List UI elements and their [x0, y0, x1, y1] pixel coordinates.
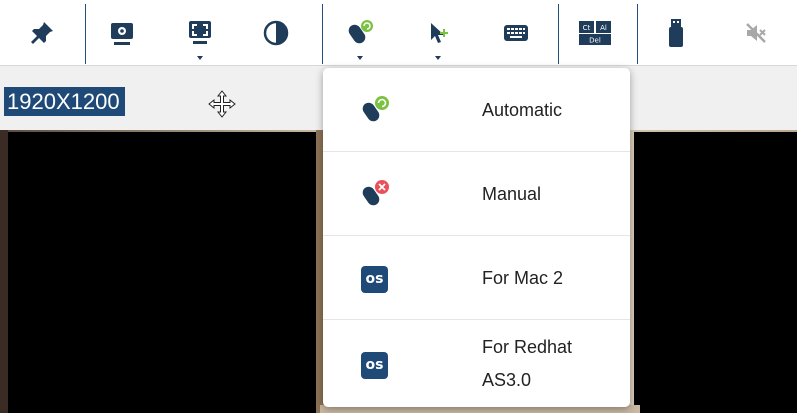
mouse-auto-icon	[362, 96, 389, 122]
mouse-sync-button[interactable]	[340, 0, 380, 66]
alt-key-label: Al	[600, 24, 607, 32]
menu-item-manual[interactable]: Manual	[323, 152, 630, 236]
toolbar-divider	[322, 4, 323, 64]
chevron-down-icon	[197, 56, 203, 60]
screen-settings-icon	[111, 23, 133, 45]
contrast-button[interactable]	[258, 0, 294, 66]
toolbar-divider	[85, 4, 86, 64]
mouse-manual-icon	[362, 180, 389, 206]
menu-item-label: For Mac 2	[482, 267, 564, 288]
usb-button[interactable]	[660, 0, 692, 66]
ctrl-alt-del-button[interactable]: Ct Al Del	[574, 0, 616, 66]
toolbar-divider	[558, 4, 559, 64]
mouse-sync-icon	[348, 20, 373, 44]
speaker-muted-icon	[746, 23, 766, 43]
os-badge-icon: os	[361, 266, 388, 293]
menu-item-label: Automatic	[482, 99, 563, 120]
ctrl-alt-del-icon: Ct Al Del	[579, 21, 611, 45]
pointer-button[interactable]	[420, 0, 456, 66]
keyboard-button[interactable]	[496, 0, 536, 66]
menu-item-label: For Redhat AS3.0	[482, 336, 573, 390]
menu-item-label: Manual	[482, 183, 542, 204]
menu-item-for-mac-2[interactable]: os For Mac 2	[323, 236, 630, 320]
ctrl-key-label: Ct	[583, 24, 591, 32]
pointer-icon	[431, 23, 448, 43]
chevron-down-icon	[357, 56, 363, 60]
del-key-label: Del	[589, 37, 601, 45]
mouse-sync-menu: Automatic Manual os For Mac 2 os For Red…	[323, 68, 630, 407]
viewer-toolbar: Ct Al Del	[0, 0, 797, 66]
remote-desktop-edge	[0, 130, 8, 413]
menu-item-for-redhat[interactable]: os For Redhat AS3.0	[323, 320, 630, 407]
pin-button[interactable]	[22, 0, 62, 66]
mute-button[interactable]	[738, 0, 774, 66]
pin-icon	[31, 22, 53, 44]
usb-icon	[669, 19, 683, 47]
resolution-label: 1920X1200	[4, 87, 125, 116]
screen-scaling-button[interactable]	[182, 0, 218, 66]
move-icon[interactable]	[207, 89, 237, 119]
os-badge-icon: os	[361, 352, 388, 379]
screen-settings-button[interactable]	[104, 0, 140, 66]
contrast-icon	[263, 20, 289, 46]
chevron-down-icon	[435, 56, 441, 60]
menu-item-automatic[interactable]: Automatic	[323, 68, 630, 152]
keyboard-icon	[504, 25, 528, 41]
toolbar-divider	[637, 4, 638, 64]
fullscreen-icon	[189, 21, 211, 44]
